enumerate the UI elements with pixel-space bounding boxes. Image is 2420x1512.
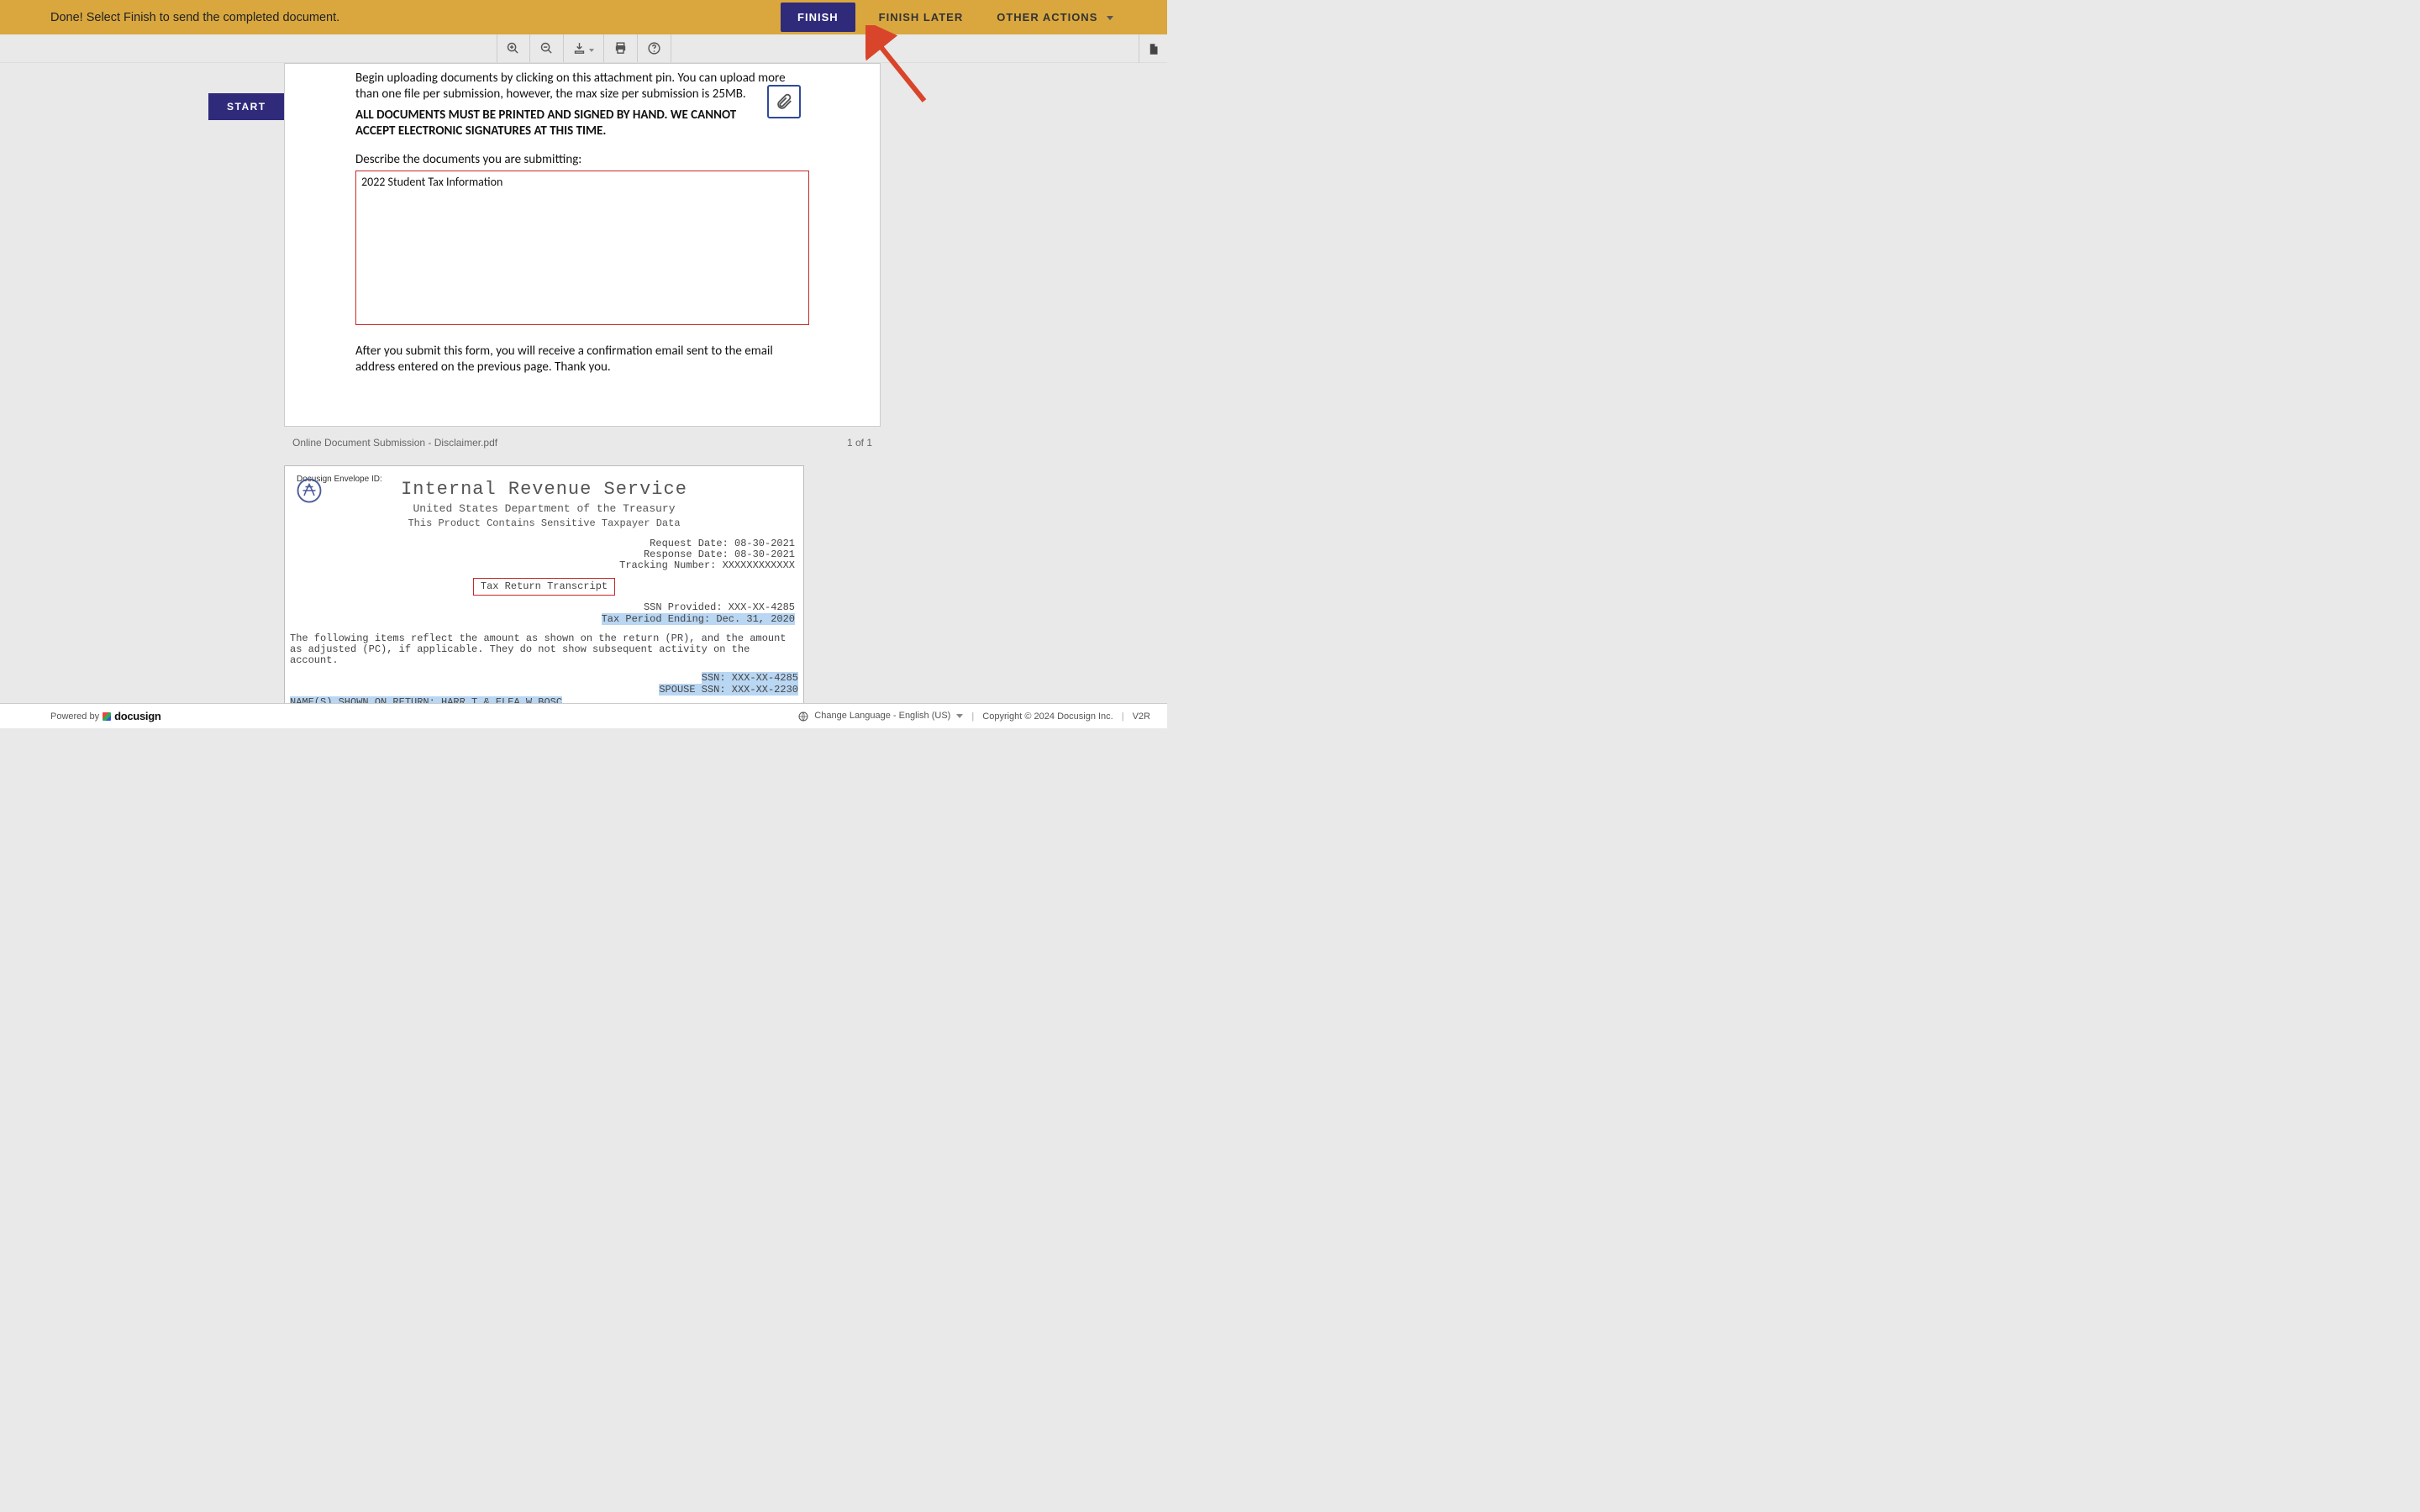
toolbar — [0, 34, 1167, 63]
other-actions-button[interactable]: OTHER ACTIONS — [993, 4, 1117, 30]
powered-by-label: Powered by — [50, 711, 99, 722]
document-filename: Online Document Submission - Disclaimer.… — [292, 437, 497, 449]
names-on-return: NAME(S) SHOWN ON RETURN: HARR T & ELEA W… — [290, 696, 562, 703]
signature-notice-text: ALL DOCUMENTS MUST BE PRINTED AND SIGNED… — [355, 108, 750, 140]
document-page-2: Docusign Envelope ID: Internal Revenue S… — [284, 465, 804, 703]
transcript-label: Tax Return Transcript — [473, 578, 615, 596]
change-language-button[interactable]: Change Language - English (US) — [798, 711, 963, 721]
describe-label: Describe the documents you are submittin… — [355, 152, 809, 167]
irs-seal-icon — [297, 478, 322, 503]
copyright-text: Copyright © 2024 Docusign Inc. — [982, 711, 1113, 722]
irs-warning: This Product Contains Sensitive Taxpayer… — [290, 518, 798, 529]
spouse-ssn: SPOUSE SSN: XXX-XX-2230 — [659, 684, 798, 696]
help-button[interactable] — [638, 34, 671, 62]
tax-period: Tax Period Ending: Dec. 31, 2020 — [602, 613, 795, 625]
describe-textarea[interactable]: 2022 Student Tax Information — [355, 171, 809, 325]
zoom-out-button[interactable] — [530, 34, 564, 62]
chevron-down-icon — [589, 49, 594, 52]
zoom-in-icon — [506, 41, 520, 55]
other-actions-label: OTHER ACTIONS — [997, 11, 1097, 24]
ssn-provided: SSN Provided: XXX-XX-4285 — [290, 602, 795, 613]
start-button[interactable]: START — [208, 93, 285, 120]
document-icon — [1147, 43, 1160, 55]
request-date: Request Date: 08-30-2021 — [290, 538, 795, 549]
document-separator: Online Document Submission - Disclaimer.… — [284, 433, 881, 453]
irs-ssn-block: SSN Provided: XXX-XX-4285 Tax Period End… — [290, 602, 798, 624]
chevron-down-icon — [1107, 16, 1113, 20]
finish-button[interactable]: FINISH — [781, 3, 855, 32]
top-bar: Done! Select Finish to send the complete… — [0, 0, 1167, 34]
powered-by: Powered by docusign — [50, 710, 160, 722]
zoom-in-button[interactable] — [497, 34, 530, 62]
panel-toggle-button[interactable] — [1139, 34, 1167, 63]
irs-meta-block: Request Date: 08-30-2021 Response Date: … — [290, 538, 798, 572]
document-page-1: Begin uploading documents by clicking on… — [284, 63, 881, 427]
docusign-wordmark: docusign — [114, 710, 160, 722]
separator: | — [971, 711, 974, 722]
irs-subtitle: United States Department of the Treasury — [290, 503, 798, 515]
tracking-number: Tracking Number: XXXXXXXXXXXX — [290, 560, 795, 571]
status-text: Done! Select Finish to send the complete… — [50, 11, 339, 24]
print-button[interactable] — [604, 34, 638, 62]
document-viewport: START Begin uploading documents by click… — [0, 63, 1167, 703]
separator: | — [1122, 711, 1124, 722]
download-button[interactable] — [564, 34, 604, 62]
page-indicator: 1 of 1 — [847, 437, 872, 449]
footer: Powered by docusign Change Language - En… — [0, 703, 1167, 728]
version-text: V2R — [1133, 711, 1150, 722]
finish-later-button[interactable]: FINISH LATER — [876, 4, 967, 30]
after-submit-text: After you submit this form, you will rec… — [355, 344, 792, 376]
describe-value: 2022 Student Tax Information — [361, 175, 502, 189]
zoom-out-icon — [539, 41, 554, 55]
docusign-logo-icon — [103, 712, 111, 721]
chevron-down-icon — [956, 714, 963, 718]
irs-disclaimer: The following items reflect the amount a… — [290, 633, 798, 667]
ssn: SSN: XXX-XX-4285 — [702, 672, 798, 684]
download-icon — [572, 41, 587, 55]
help-icon — [647, 41, 661, 55]
globe-icon — [798, 711, 808, 722]
upload-instruction-text: Begin uploading documents by clicking on… — [355, 71, 809, 102]
attachment-button[interactable] — [767, 85, 801, 118]
print-icon — [613, 41, 628, 55]
change-language-label: Change Language - English (US) — [814, 711, 950, 721]
paperclip-icon — [775, 92, 793, 111]
